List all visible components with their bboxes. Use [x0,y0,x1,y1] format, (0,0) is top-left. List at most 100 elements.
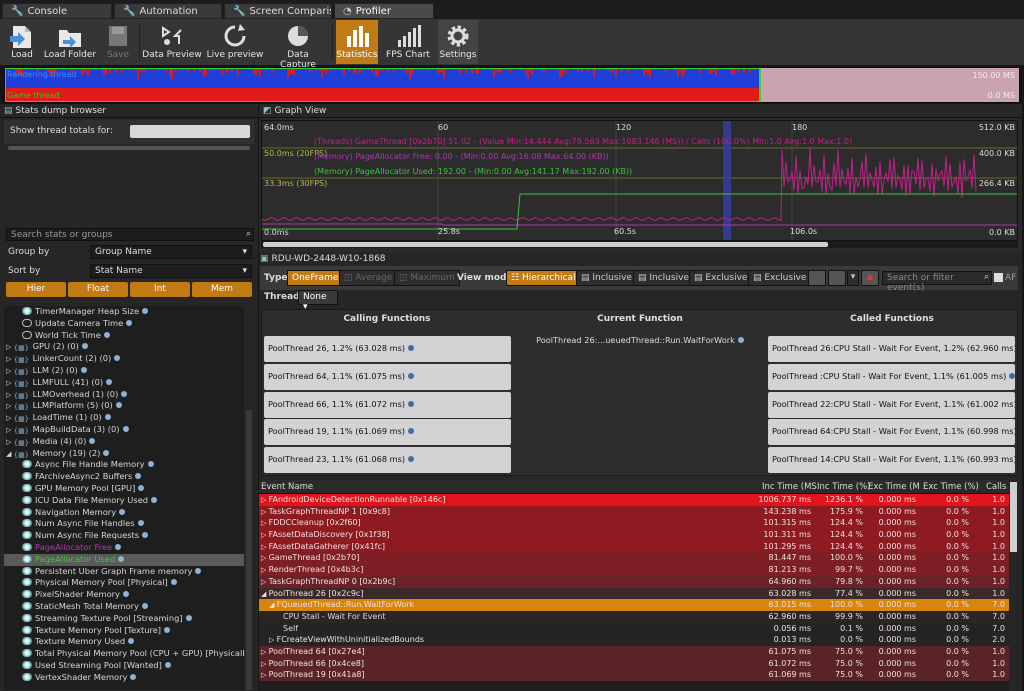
load-button[interactable]: Load [4,20,40,64]
thread-totals-combo[interactable] [130,125,250,138]
calling-function-item[interactable]: PoolThread 19, 1.1% (61.069 ms) [264,419,511,445]
tree-item[interactable]: VertexShader Memory [4,672,244,684]
settings-button[interactable]: Settings [438,20,478,64]
event-row[interactable]: ▷ FDDCCleanup [0x2f60] 101.315 ms 124.4 % 0… [259,517,1009,530]
warning-button[interactable]: ▲ [861,270,879,286]
collapsed-arrow-icon[interactable]: ▷ [6,402,14,410]
info-icon[interactable] [151,496,158,503]
tree-item[interactable]: PixelShader Memory [4,589,244,601]
filter-mem-button[interactable]: Mem [192,282,252,297]
collapsed-arrow-icon[interactable]: ▷ [261,660,269,668]
event-row[interactable]: ▷ FAndroidDeviceDetectionRunnable [0x146… [259,494,1009,506]
thread-combo[interactable]: None ▾ [298,290,338,312]
options-dropdown[interactable]: ▾ [847,270,859,286]
info-icon[interactable] [118,555,125,562]
info-icon[interactable] [147,461,154,468]
called-function-item[interactable]: PoolThread 14:CPU Stall - Wait For Event… [768,447,1015,473]
expanded-arrow-icon[interactable]: ◢ [261,590,269,598]
info-icon[interactable] [142,532,149,539]
tree-item[interactable]: ▷ {▦} LoadTime (1) (0) [4,412,244,424]
calling-function-item[interactable]: PoolThread 64, 1.1% (61.075 ms) [264,364,511,390]
view-hierarchical-button[interactable]: ☷ Hierarchical [506,270,581,286]
info-icon[interactable] [141,602,148,609]
col-calls[interactable]: Calls [986,482,1006,492]
event-row[interactable]: Self 0.056 ms 0.1 % 0.000 ms 0.0 % 7.0 [259,622,1009,635]
info-icon[interactable] [164,661,171,668]
tree-item[interactable]: Navigation Memory [4,507,244,519]
event-row[interactable]: ◢ PoolThread 26 [0x2c9c] 63.028 ms 77.4 % 0… [259,587,1009,600]
info-icon[interactable] [103,449,110,456]
tree-item[interactable]: ▷ {▦} LinkerCount (2) (0) [4,353,244,365]
event-row[interactable]: ◢ FQueuedThread::Run.WaitForWork 63.015 m… [259,599,1009,611]
tree-item[interactable]: ▷ {▦} LLMOverhead (1) (0) [4,389,244,401]
tree-item[interactable]: TimerManager Heap Size [4,306,244,318]
tree-item[interactable]: ▷ {▦} GPU (2) (0) [4,341,244,353]
tree-item[interactable]: Texture Memory Pool [Texture] [4,625,244,637]
collapsed-arrow-icon[interactable]: ▷ [261,496,269,504]
tree-item[interactable]: PageAllocator Free [4,542,244,554]
collapsed-arrow-icon[interactable]: ▷ [261,554,269,562]
collapsed-arrow-icon[interactable]: ▷ [261,566,269,574]
collapsed-arrow-icon[interactable]: ▷ [269,636,277,644]
tree-item[interactable]: Used Streaming Pool [Wanted] [4,660,244,672]
collapsed-arrow-icon[interactable]: ▷ [6,355,14,363]
info-icon[interactable] [119,508,126,515]
thread-totals-scrollbar[interactable] [8,146,250,150]
event-row[interactable]: ▷ TaskGraphThreadNP 1 [0x9c8] 143.238 ms 1… [259,505,1009,518]
collapsed-arrow-icon[interactable]: ▷ [261,519,269,527]
save-button[interactable]: Save [100,20,136,64]
event-row[interactable]: ▷ FCreateViewWithUninitializedBounds 0.01… [259,634,1009,646]
tab-console[interactable]: 🔧 Console [2,3,112,19]
info-icon[interactable] [128,638,135,645]
calling-function-item[interactable]: PoolThread 66, 1.1% (61.072 ms) [264,392,511,418]
tree-item[interactable]: Total Physical Memory Pool (CPU + GPU) [… [4,648,244,660]
tree-item[interactable]: GPU Memory Pool [GPU] [4,483,244,495]
event-table[interactable]: Event Name Inc Time (MS Inc Time (%) Exc… [259,480,1009,691]
info-icon[interactable] [81,343,88,350]
info-icon[interactable] [138,484,145,491]
filter-hier-button[interactable]: Hier [6,282,66,297]
col-exc-time-ms[interactable]: Exc Time (M [868,482,920,492]
event-row[interactable]: ▷ RenderThread [0x4b3c] 81.213 ms 99.7 % 0.… [259,564,1009,576]
event-row[interactable]: ▷ PoolThread 64 [0x27e4] 61.075 ms 75.0 % 0… [259,645,1009,658]
graph-hscroll-thumb[interactable] [263,242,828,247]
event-row[interactable]: ▷ PoolThread 66 [0x4ce8] 61.072 ms 75.0 % 0… [259,657,1009,670]
event-row[interactable]: ▷ TaskGraphThreadNP 0 [0x2b9c] 64.960 ms 7… [259,575,1009,588]
af-checkbox[interactable] [994,273,1003,282]
called-function-item[interactable]: PoolThread 64:CPU Stall - Wait For Event… [768,419,1015,445]
info-icon[interactable] [115,402,122,409]
info-icon[interactable] [126,319,133,326]
tab-profiler[interactable]: ◔ Profiler [334,3,434,19]
collapsed-arrow-icon[interactable]: ▷ [6,391,14,399]
tree-item[interactable]: FArchiveAsync2 Buffers [4,471,244,483]
info-icon[interactable] [130,673,137,680]
tree-item[interactable]: Async File Handle Memory [4,459,244,471]
calling-function-item[interactable]: PoolThread 23, 1.1% (61.068 ms) [264,447,511,473]
tree-item[interactable]: ▷ {▦} LLMPlatform (5) (0) [4,400,244,412]
event-row[interactable]: ▷ GameThread [0x2b70] 81.447 ms 100.0 % 0.0… [259,552,1009,565]
expand-button[interactable] [808,270,826,286]
called-function-item[interactable]: PoolThread 22:CPU Stall - Wait For Event… [768,392,1015,418]
col-exc-time-pct[interactable]: Exc Time (%) [923,482,979,492]
tree-item[interactable]: ▷ {▦} Media (4) (0) [4,436,244,448]
tree-item[interactable]: Update Camera Time [4,318,244,330]
group-by-combo[interactable]: Group Name ▾ [90,245,252,259]
collapsed-arrow-icon[interactable]: ▷ [6,367,14,375]
tree-item[interactable]: Num Async File Requests [4,530,244,542]
view-inclusive-flat-button[interactable]: ▤ Inclusive [576,270,637,286]
info-icon[interactable] [137,520,144,527]
type-oneframe-button[interactable]: OneFrame [287,270,344,286]
info-icon[interactable] [106,378,113,385]
fps-chart-button[interactable]: FPS Chart [382,20,434,64]
called-function-item[interactable]: PoolThread :CPU Stall - Wait For Event, … [768,364,1015,390]
info-icon[interactable] [164,626,171,633]
collapse-button[interactable] [828,270,846,286]
collapsed-arrow-icon[interactable]: ▷ [261,671,269,679]
type-average-button[interactable]: ◫ Average [339,270,398,286]
graph-plot[interactable]: 64.0ms 50.0ms (20FPS) 33.3ms (30FPS) 0.0… [261,120,1018,241]
info-icon[interactable] [135,473,142,480]
tab-automation[interactable]: 🔧 Automation [114,3,222,19]
col-inc-time-ms[interactable]: Inc Time (MS [762,482,817,492]
expanded-arrow-icon[interactable]: ◢ [269,601,277,609]
info-icon[interactable] [80,366,87,373]
